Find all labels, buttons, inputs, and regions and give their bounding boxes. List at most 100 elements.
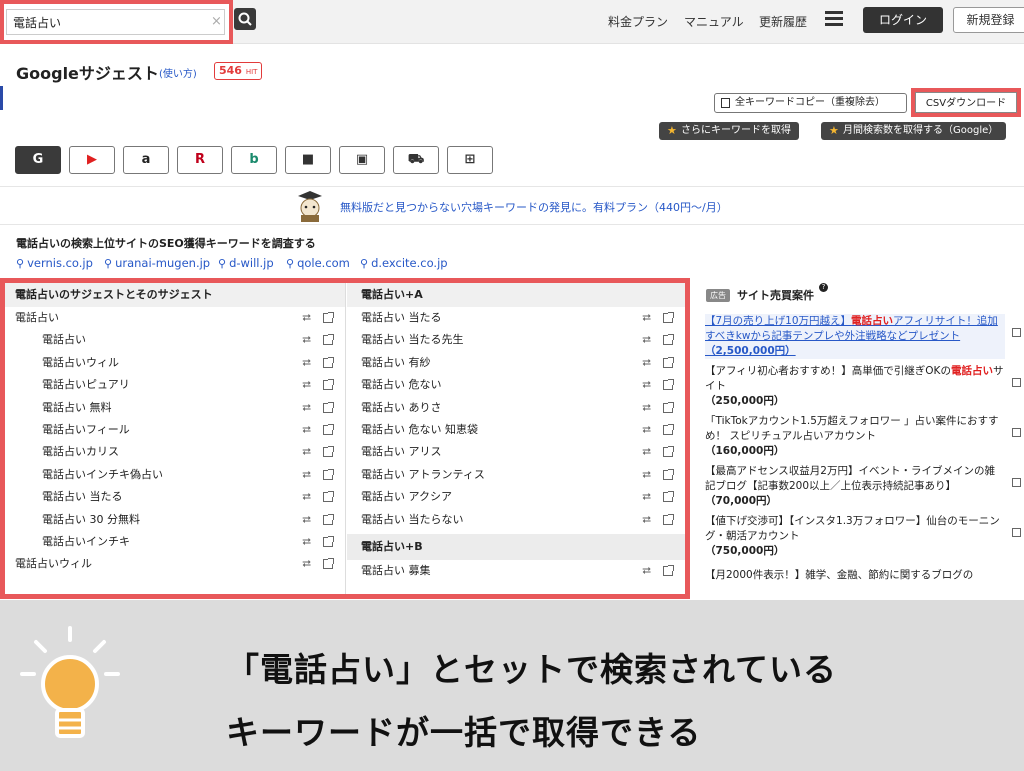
external-link-icon[interactable] — [663, 379, 674, 391]
external-link-icon[interactable] — [663, 513, 674, 525]
external-link-icon[interactable] — [663, 401, 674, 413]
suggest-row[interactable]: 電話占い アクシア ⮂ — [347, 486, 685, 508]
suggest-keyword[interactable]: 電話占いインチキ偽占い — [42, 464, 163, 486]
external-link-icon[interactable] — [323, 312, 334, 323]
expand-icon[interactable]: ⮂ — [642, 419, 651, 441]
suggest-keyword[interactable]: 電話占い 危ない 知恵袋 — [361, 419, 478, 441]
suggest-keyword[interactable]: 電話占い 無料 — [42, 397, 112, 419]
suggest-keyword[interactable]: 電話占い アリス — [361, 441, 442, 463]
external-link-icon[interactable] — [663, 334, 674, 346]
expand-icon[interactable]: ⮂ — [642, 441, 651, 463]
seo-site-link[interactable]: ⚲ qole.com — [286, 256, 350, 270]
external-link-icon[interactable] — [663, 446, 674, 458]
source-video-button[interactable]: ■ — [285, 146, 331, 174]
suggest-row[interactable]: 電話占い ⮂ — [5, 329, 345, 351]
external-link-icon[interactable] — [1012, 478, 1021, 487]
suggest-row[interactable]: 電話占いウィル ⮂ — [5, 553, 345, 575]
help-icon[interactable]: ? — [819, 283, 828, 292]
monthly-volume-button[interactable]: ★ 月間検索数を取得する（Google） — [821, 122, 1007, 140]
suggest-keyword[interactable]: 電話占いインチキ — [42, 531, 130, 553]
suggest-keyword[interactable]: 電話占い 当たらない — [361, 509, 464, 531]
suggest-keyword[interactable]: 電話占い 当たる — [42, 486, 123, 508]
suggest-row[interactable]: 電話占い アリス ⮂ — [347, 441, 685, 463]
suggest-keyword[interactable]: 電話占い ありさ — [361, 397, 442, 419]
source-shopping-button[interactable]: ⛟ — [393, 146, 439, 174]
suggest-row[interactable]: 電話占いインチキ ⮂ — [5, 531, 345, 553]
external-link-icon[interactable] — [663, 468, 674, 480]
suggest-keyword[interactable]: 電話占い — [15, 307, 59, 329]
external-link-icon[interactable] — [663, 312, 674, 323]
suggest-row[interactable]: 電話占いカリス ⮂ — [5, 441, 345, 463]
external-link-icon[interactable] — [1012, 528, 1021, 537]
external-link-icon[interactable] — [663, 356, 674, 368]
expand-icon[interactable]: ⮂ — [302, 486, 311, 508]
expand-icon[interactable]: ⮂ — [642, 397, 651, 419]
suggest-row[interactable]: 電話占いフィール ⮂ — [5, 419, 345, 441]
external-link-icon[interactable] — [323, 535, 334, 547]
expand-icon[interactable]: ⮂ — [302, 307, 311, 329]
source-rakuten-button[interactable]: R — [177, 146, 223, 174]
paid-plan-link[interactable]: 無料版だと見つからない穴場キーワードの発見に。有料プラン（440円〜/月） — [340, 199, 728, 215]
external-link-icon[interactable] — [323, 334, 334, 346]
expand-icon[interactable]: ⮂ — [302, 374, 311, 396]
ad-item[interactable]: 「TikTokアカウント1.5万超えフォロワー 」占い案件におすすめ！ スピリチ… — [705, 414, 1005, 459]
suggest-row[interactable]: 電話占い 30 分無料 ⮂ — [5, 509, 345, 531]
source-bing-button[interactable]: b — [231, 146, 277, 174]
suggest-keyword[interactable]: 電話占い — [42, 329, 86, 351]
suggest-keyword[interactable]: 電話占いウィル — [15, 553, 92, 575]
seo-site-link[interactable]: ⚲ d.excite.co.jp — [360, 256, 448, 270]
external-link-icon[interactable] — [323, 379, 334, 391]
external-link-icon[interactable] — [323, 468, 334, 480]
suggest-row[interactable]: 電話占いウィル ⮂ — [5, 352, 345, 374]
copy-all-button[interactable]: 全キーワードコピー（重複除去） — [714, 93, 907, 113]
expand-icon[interactable]: ⮂ — [642, 307, 651, 329]
suggest-keyword[interactable]: 電話占い 危ない — [361, 374, 442, 396]
suggest-row[interactable]: 電話占い 募集 ⮂ — [347, 560, 685, 582]
more-keywords-button[interactable]: ★ さらにキーワードを取得 — [659, 122, 799, 140]
suggest-row[interactable]: 電話占い 無料 ⮂ — [5, 397, 345, 419]
ad-item[interactable]: 【7月の売り上げ10万円越え】電話占いアフィリサイト！追加すべきkwから記事テン… — [705, 314, 1005, 359]
nav-changelog[interactable]: 更新履歴 — [759, 13, 807, 30]
external-link-icon[interactable] — [323, 558, 334, 570]
suggest-row[interactable]: 電話占い 当たる先生 ⮂ — [347, 329, 685, 351]
suggest-row[interactable]: 電話占い 危ない 知恵袋 ⮂ — [347, 419, 685, 441]
expand-icon[interactable]: ⮂ — [642, 560, 651, 582]
seo-site-link[interactable]: ⚲ d-will.jp — [218, 256, 274, 270]
ad-item[interactable]: 【値下げ交渉可】【インスタ1.3万フォロワー】仙台のモーニング・朝活アカウント （… — [705, 514, 1005, 559]
ad-item[interactable]: 【月2000件表示！】雑学、金融、節約に関するブログの — [705, 568, 1005, 583]
expand-icon[interactable]: ⮂ — [302, 531, 311, 553]
external-link-icon[interactable] — [663, 423, 674, 435]
external-link-icon[interactable] — [323, 491, 334, 503]
source-google-button[interactable]: G — [15, 146, 61, 174]
external-link-icon[interactable] — [323, 423, 334, 435]
suggest-row[interactable]: 電話占いインチキ偽占い ⮂ — [5, 464, 345, 486]
help-link[interactable]: (使い方) — [159, 65, 197, 80]
suggest-keyword[interactable]: 電話占いフィール — [42, 419, 130, 441]
external-link-icon[interactable] — [1012, 328, 1021, 337]
nav-pricing[interactable]: 料金プラン — [608, 13, 668, 30]
csv-download-button[interactable]: CSVダウンロード — [915, 92, 1017, 113]
ad-item[interactable]: 【最高アドセンス収益月2万円】イベント・ライブメインの雑記ブログ【記事数200以… — [705, 464, 1005, 509]
suggest-row[interactable]: 電話占いピュアリ ⮂ — [5, 374, 345, 396]
suggest-keyword[interactable]: 電話占い アクシア — [361, 486, 452, 508]
suggest-row[interactable]: 電話占い 危ない ⮂ — [347, 374, 685, 396]
seo-site-link[interactable]: ⚲ vernis.co.jp — [16, 256, 93, 270]
search-input[interactable] — [6, 9, 225, 35]
suggest-row[interactable]: 電話占い アトランティス ⮂ — [347, 464, 685, 486]
suggest-row[interactable]: 電話占い ありさ ⮂ — [347, 397, 685, 419]
expand-icon[interactable]: ⮂ — [642, 509, 651, 531]
external-link-icon[interactable] — [323, 446, 334, 458]
expand-icon[interactable]: ⮂ — [302, 441, 311, 463]
suggest-keyword[interactable]: 電話占い 募集 — [361, 560, 431, 582]
external-link-icon[interactable] — [1012, 428, 1021, 437]
suggest-keyword[interactable]: 電話占い 有紗 — [361, 352, 431, 374]
suggest-keyword[interactable]: 電話占い 当たる — [361, 307, 442, 329]
suggest-row[interactable]: 電話占い ⮂ — [5, 307, 345, 329]
expand-icon[interactable]: ⮂ — [302, 352, 311, 374]
search-button[interactable] — [234, 8, 256, 30]
suggest-row[interactable]: 電話占い 有紗 ⮂ — [347, 352, 685, 374]
suggest-row[interactable]: 電話占い 当たる ⮂ — [5, 486, 345, 508]
external-link-icon[interactable] — [663, 491, 674, 503]
suggest-keyword[interactable]: 電話占いウィル — [42, 352, 119, 374]
suggest-keyword[interactable]: 電話占い アトランティス — [361, 464, 485, 486]
